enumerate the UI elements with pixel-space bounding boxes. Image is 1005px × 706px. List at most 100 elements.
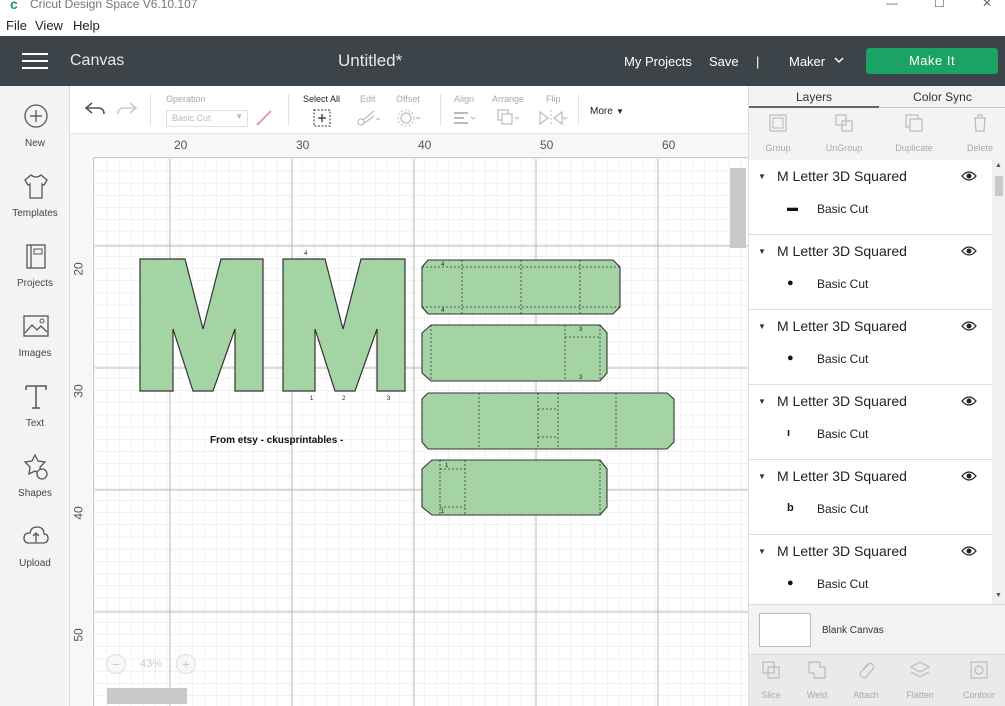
layer-operation[interactable]: Basic Cut	[817, 202, 868, 216]
blank-canvas-swatch[interactable]	[759, 613, 811, 647]
layer-group[interactable]: ▼ M Letter 3D Squared ı Basic Cut	[749, 385, 992, 460]
shirt-icon	[24, 174, 48, 199]
ruler-corner	[70, 134, 94, 158]
sidebar-item-templates[interactable]: Templates	[0, 172, 70, 238]
eye-icon[interactable]	[961, 545, 977, 557]
design-canvas[interactable]: 20 30 40 50 60 20 30 40 50 4 4 4 1 2 3 3…	[70, 134, 748, 706]
weld-button[interactable]: Weld	[792, 659, 842, 700]
layer-group-name: M Letter 3D Squared	[777, 543, 907, 559]
layer-group[interactable]: ▼ M Letter 3D Squared ● Basic Cut	[749, 235, 992, 310]
sidebar-item-label: Text	[25, 418, 45, 429]
group-icon	[769, 114, 787, 132]
hamburger-menu-icon[interactable]	[22, 53, 48, 71]
layer-operation[interactable]: Basic Cut	[817, 352, 868, 366]
redo-icon[interactable]	[116, 100, 138, 118]
canvas-horizontal-scrollbar[interactable]	[107, 688, 187, 704]
layers-scrollbar[interactable]: ▲ ▼	[992, 160, 1005, 604]
layer-operation[interactable]: Basic Cut	[817, 427, 868, 441]
side-strip	[421, 324, 608, 382]
group-button[interactable]: Group	[753, 112, 803, 153]
sidebar-item-label: Shapes	[18, 488, 52, 499]
zoom-in-button[interactable]: +	[176, 654, 196, 674]
maximize-icon[interactable]: ☐	[934, 0, 945, 10]
my-projects-link[interactable]: My Projects	[624, 54, 692, 69]
caret-down-icon[interactable]: ▼	[758, 397, 766, 406]
scroll-up-icon[interactable]: ▲	[995, 162, 1002, 169]
scroll-down-icon[interactable]: ▼	[995, 592, 1002, 599]
ruler-label: 60	[662, 138, 676, 152]
edit-label: Edit	[360, 94, 376, 104]
canvas-vertical-scrollbar[interactable]	[730, 168, 746, 248]
more-button[interactable]: More	[590, 106, 613, 117]
slice-icon	[762, 661, 780, 679]
delete-button[interactable]: Delete	[955, 112, 1005, 153]
layer-operation[interactable]: Basic Cut	[817, 577, 868, 591]
layer-group[interactable]: ▼ M Letter 3D Squared ● Basic Cut	[749, 310, 992, 385]
flatten-button[interactable]: Flatten	[895, 659, 945, 700]
caret-down-icon[interactable]: ▼	[758, 247, 766, 256]
menu-file[interactable]: File	[6, 18, 27, 33]
eye-icon[interactable]	[961, 395, 977, 407]
scrollbar-thumb[interactable]	[995, 176, 1003, 196]
duplicate-button[interactable]: Duplicate	[889, 112, 939, 153]
eye-icon[interactable]	[961, 170, 977, 182]
duplicate-icon	[905, 114, 923, 132]
align-icon[interactable]	[452, 108, 478, 128]
layer-operation[interactable]: Basic Cut	[817, 502, 868, 516]
layer-group[interactable]: ▼ M Letter 3D Squared ● Basic Cut	[749, 535, 992, 604]
attach-button[interactable]: Attach	[841, 659, 891, 700]
caret-down-icon[interactable]: ▼	[758, 472, 766, 481]
make-it-button[interactable]: Make It	[866, 48, 998, 74]
flatten-icon	[909, 661, 931, 678]
save-button[interactable]: Save	[709, 54, 739, 69]
blank-canvas-row[interactable]: Blank Canvas	[749, 604, 1005, 654]
layer-group[interactable]: ▼ M Letter 3D Squared b Basic Cut	[749, 460, 992, 535]
caret-down-icon[interactable]: ▼	[758, 547, 766, 556]
sidebar-item-upload[interactable]: Upload	[0, 522, 70, 588]
menu-view[interactable]: View	[35, 18, 63, 33]
operation-select[interactable]: Basic Cut ▼	[166, 110, 248, 127]
minimize-icon[interactable]: —	[886, 0, 898, 10]
tab-color-sync[interactable]: Color Sync	[879, 86, 1005, 108]
layer-operation[interactable]: Basic Cut	[817, 277, 868, 291]
machine-select[interactable]: Maker	[789, 54, 825, 69]
eye-icon[interactable]	[961, 320, 977, 332]
sidebar-item-shapes[interactable]: Shapes	[0, 452, 70, 518]
layer-thumbnail: ●	[787, 352, 794, 364]
delete-label: Delete	[966, 143, 993, 153]
slice-button[interactable]: Slice	[746, 659, 796, 700]
layer-group[interactable]: ▼ M Letter 3D Squared ▬ Basic Cut	[749, 160, 992, 235]
sidebar-item-images[interactable]: Images	[0, 312, 70, 378]
arrange-icon[interactable]	[496, 108, 522, 128]
caret-down-icon[interactable]: ▼	[758, 322, 766, 331]
layer-thumbnail: ●	[787, 577, 794, 589]
document-title[interactable]: Untitled*	[338, 51, 402, 71]
chevron-down-icon[interactable]	[834, 55, 844, 65]
canvas-grid: 4 4 4 1 2 3 3 3 1 1 From etsy - ckusprin…	[95, 159, 748, 706]
offset-icon[interactable]	[396, 108, 422, 128]
eye-icon[interactable]	[961, 245, 977, 257]
zoom-out-button[interactable]: −	[106, 654, 126, 674]
close-icon[interactable]: ✕	[982, 0, 992, 10]
flip-icon[interactable]	[538, 108, 568, 128]
menu-help[interactable]: Help	[73, 18, 100, 33]
tab-layers[interactable]: Layers	[749, 86, 879, 108]
sidebar-item-text[interactable]: Text	[0, 382, 70, 448]
select-all-label: Select All	[303, 94, 341, 104]
contour-button[interactable]: Contour	[954, 659, 1004, 700]
sidebar-item-label: Images	[18, 348, 52, 359]
ruler-label: 50	[71, 628, 86, 642]
caret-down-icon: ▼	[235, 112, 243, 121]
ruler-label: 50	[540, 138, 554, 152]
layer-group-name: M Letter 3D Squared	[777, 318, 907, 334]
weld-icon	[808, 661, 826, 679]
pen-color-icon[interactable]	[254, 108, 274, 128]
sidebar-item-projects[interactable]: Projects	[0, 242, 70, 308]
sidebar-item-new[interactable]: New	[0, 102, 70, 168]
ungroup-button[interactable]: UnGroup	[819, 112, 869, 153]
eye-icon[interactable]	[961, 470, 977, 482]
select-all-icon[interactable]	[312, 108, 332, 128]
undo-icon[interactable]	[84, 100, 106, 118]
caret-down-icon[interactable]: ▼	[758, 172, 766, 181]
scissors-icon[interactable]	[356, 108, 382, 128]
